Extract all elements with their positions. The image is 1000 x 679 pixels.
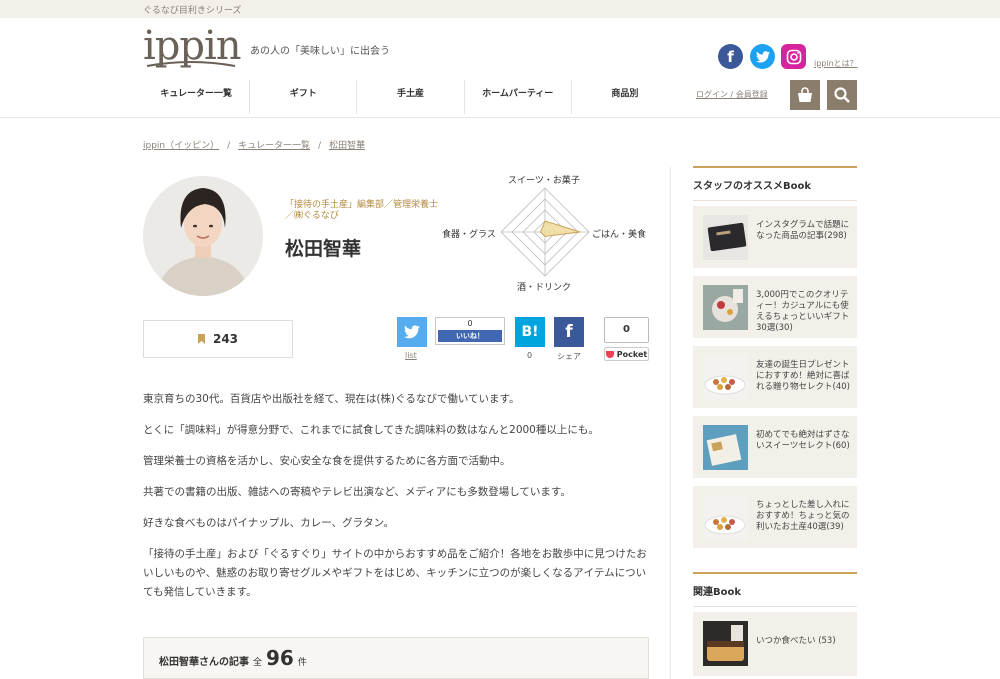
- book-title: インスタグラムで話題になった商品の記事(298): [756, 220, 850, 241]
- articles-suffix: 件: [297, 658, 307, 668]
- staff-book-item[interactable]: インスタグラムで話題になった商品の記事(298): [693, 206, 857, 268]
- cart-button[interactable]: [790, 80, 820, 110]
- twitter-share-button[interactable]: [397, 317, 427, 347]
- hatena-count: 0: [527, 351, 533, 360]
- book-thumbnail: [703, 355, 748, 400]
- like-button[interactable]: いいね！: [438, 330, 502, 342]
- staff-recommend-title: スタッフのオススメBook: [693, 166, 857, 201]
- breadcrumb-curators[interactable]: キュレーター一覧: [238, 141, 310, 151]
- facebook-icon[interactable]: f: [718, 44, 743, 69]
- top-series-bar: ぐるなび目利きシリーズ: [0, 0, 1000, 18]
- facebook-share-label: シェア: [557, 352, 581, 361]
- bio-paragraph: とくに「調味料」が得意分野で、これまでに試食してきた調味料の数はなんと2000種…: [143, 424, 599, 436]
- book-title: ちょっとした差し入れにおすすめ！ちょっと気の利いたお土産40選(39): [756, 500, 850, 532]
- logo-swoosh-icon: [146, 61, 236, 67]
- site-tagline: あの人の「美味しい」に出会う: [250, 46, 390, 57]
- curator-role: 「接待の手土産」編集部／管理栄養士／㈱ぐるなび: [285, 200, 439, 221]
- breadcrumb-home[interactable]: ippin（イッピン）: [143, 141, 219, 151]
- related-book-item[interactable]: いつか食べたい (53): [693, 612, 857, 676]
- bookmark-icon: [197, 334, 205, 344]
- book-thumbnail: [703, 425, 748, 470]
- bio-paragraph: 共著での書籍の出版、雑誌への寄稿やテレビ出演など、メディアにも多数登場しています…: [143, 486, 571, 498]
- curator-bio: 東京育ちの30代。百貨店や出版社を経て、現在は(株)ぐるなびで働いています。 と…: [143, 390, 653, 614]
- book-thumbnail: [703, 215, 748, 260]
- basket-icon: [798, 87, 812, 102]
- twitter-list-link[interactable]: list: [405, 351, 417, 360]
- main-nav: キュレーター一覧 ギフト 手土産 ホームパーティー 商品別: [143, 80, 678, 114]
- articles-summary: 松田智華さんの記事 全 96 件: [143, 637, 649, 679]
- curator-avatar: [143, 176, 263, 296]
- header-divider: [0, 117, 1000, 118]
- curator-name: 松田智華: [285, 238, 362, 260]
- pocket-button[interactable]: Pocket: [604, 347, 649, 361]
- radar-label-meal: ごはん・美食: [592, 230, 647, 240]
- book-thumbnail: [703, 621, 748, 666]
- instagram-icon[interactable]: [781, 44, 806, 69]
- bio-paragraph: 好きな食べものはパイナップル、カレー、グラタン。: [143, 517, 395, 529]
- category-radar-chart: スイーツ・お菓子 ごはん・美食 酒・ドリンク 食器・グラス: [440, 170, 650, 294]
- pocket-count: 0: [604, 317, 649, 343]
- facebook-share-button[interactable]: f: [554, 317, 584, 347]
- radar-label-tableware: 食器・グラス: [442, 230, 496, 240]
- breadcrumb-current[interactable]: 松田智華: [329, 141, 365, 151]
- staff-book-item[interactable]: 友達の誕生日プレゼントにおすすめ！絶対に喜ばれる贈り物セレクト(40): [693, 346, 857, 408]
- nav-item-curators[interactable]: キュレーター一覧: [143, 80, 249, 114]
- staff-book-item[interactable]: 初めてでも絶対はずさないスイーツセレクト(60): [693, 416, 857, 478]
- related-book-title: 関連Book: [693, 572, 857, 607]
- bio-paragraph: 東京育ちの30代。百貨店や出版社を経て、現在は(株)ぐるなびで働いています。: [143, 393, 520, 405]
- like-count: 0: [467, 319, 473, 328]
- twitter-bird-icon: [404, 325, 420, 339]
- radar-label-sweets: スイーツ・お菓子: [508, 176, 580, 186]
- staff-book-item[interactable]: ちょっとした差し入れにおすすめ！ちょっと気の利いたお土産40選(39): [693, 486, 857, 548]
- radar-label-drink: 酒・ドリンク: [517, 283, 572, 293]
- nav-item-by-product[interactable]: 商品別: [570, 80, 678, 114]
- breadcrumb: ippin（イッピン） / キュレーター一覧 / 松田智華: [143, 138, 365, 151]
- about-ippin-link[interactable]: ippinとは？: [814, 58, 858, 69]
- pocket-label: Pocket: [616, 349, 648, 359]
- book-title: 3,000円でこのクオリティー！カジュアルにも使えるちょっといいギフト30選(3…: [756, 290, 850, 333]
- ippin-logo[interactable]: ippin: [143, 23, 242, 70]
- bookmark-count: 243: [212, 332, 239, 346]
- articles-label: 松田智華さんの記事: [159, 657, 249, 668]
- twitter-icon[interactable]: [750, 44, 775, 69]
- sidebar-divider: [670, 167, 671, 679]
- book-title: 初めてでも絶対はずさないスイーツセレクト(60): [756, 430, 850, 451]
- breadcrumb-separator: /: [318, 141, 322, 151]
- hatena-bookmark-button[interactable]: B!: [515, 317, 545, 347]
- staff-book-item[interactable]: 3,000円でこのクオリティー！カジュアルにも使えるちょっといいギフト30選(3…: [693, 276, 857, 338]
- book-thumbnail: [703, 285, 748, 330]
- nav-item-souvenir[interactable]: 手土産: [356, 80, 463, 114]
- articles-count: 96: [266, 646, 294, 670]
- book-thumbnail: [703, 495, 748, 540]
- articles-prefix: 全: [253, 658, 263, 668]
- search-icon: [834, 87, 850, 103]
- pocket-icon: [605, 350, 614, 358]
- bookmark-button[interactable]: 243: [143, 320, 293, 358]
- logo-text: ippin: [143, 23, 242, 69]
- book-title: 友達の誕生日プレゼントにおすすめ！絶対に喜ばれる贈り物セレクト(40): [756, 360, 850, 392]
- series-text: ぐるなび目利きシリーズ: [143, 6, 242, 16]
- nav-item-home-party[interactable]: ホームパーティー: [463, 80, 571, 114]
- login-register-link[interactable]: ログイン / 会員登録: [696, 89, 768, 100]
- search-button[interactable]: [827, 80, 857, 110]
- bio-paragraph: 「接待の手土産」および「ぐるすぐり」サイトの中からおすすめ品をご紹介！各地をお散…: [143, 548, 647, 598]
- facebook-like-widget[interactable]: 0 いいね！: [435, 317, 505, 345]
- bio-paragraph: 管理栄養士の資格を活かし、安心安全な食を提供するために各方面で活動中。: [143, 455, 511, 467]
- nav-item-gift[interactable]: ギフト: [249, 80, 356, 114]
- breadcrumb-separator: /: [227, 141, 231, 151]
- book-title: いつか食べたい (53): [756, 636, 836, 646]
